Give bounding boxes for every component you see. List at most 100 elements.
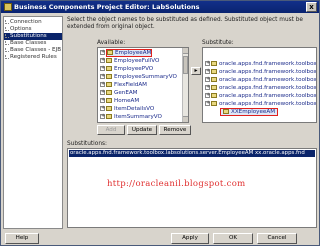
nav-item-registered-rules[interactable]: Registered Rules (4, 54, 62, 61)
list-item-label: EmployeeSummaryVO (114, 74, 177, 80)
list-item[interactable]: + EmployeeFullVO (100, 57, 188, 65)
component-icon (223, 109, 229, 114)
component-icon (106, 106, 112, 111)
expand-icon: + (205, 68, 211, 74)
list-item[interactable]: + GenEAM (100, 89, 188, 97)
list-item-label: oracle.apps.fnd.framework.toolbox (219, 93, 317, 99)
remove-button[interactable]: Remove (159, 125, 191, 135)
expand-icon: + (205, 84, 211, 90)
component-icon (106, 66, 112, 71)
component-icon (106, 74, 112, 79)
nav-item-base-classes-ejb[interactable]: Base Classes - EJB (4, 47, 62, 54)
list-item-label: XXEmployeeAM (231, 109, 276, 115)
expand-icon: + (100, 81, 106, 87)
nav-item-connection[interactable]: Connection (4, 19, 62, 26)
add-button[interactable]: Add (97, 125, 125, 135)
move-right-button[interactable]: ▸ (191, 67, 201, 75)
list-item[interactable]: + oracle.apps.fnd.framework.toolbox (205, 60, 316, 68)
component-icon (106, 82, 112, 87)
component-icon (106, 98, 112, 103)
expand-icon: + (205, 76, 211, 82)
arrow-right-icon: ▸ (194, 67, 198, 74)
project-editor-dialog: Business Components Project Editor: LabS… (0, 0, 320, 246)
expand-icon: + (205, 100, 211, 106)
vertical-scrollbar[interactable] (182, 48, 188, 122)
substitute-list[interactable]: + oracle.apps.fnd.framework.toolbox + orac… (202, 47, 317, 123)
expand-icon: + (100, 105, 106, 111)
list-item-label: HomeAM (114, 98, 140, 104)
list-item[interactable]: + EmployeePVO (100, 65, 188, 73)
help-button[interactable]: Help (5, 233, 39, 244)
nav-item-label: Registered Rules (10, 54, 57, 60)
title-bar: Business Components Project Editor: LabS… (1, 1, 319, 13)
nav-item-label: Options (10, 26, 32, 32)
expand-icon: + (100, 73, 106, 79)
list-item[interactable]: + oracle.apps.fnd.framework.toolbox (205, 76, 316, 84)
list-item[interactable]: + HomeAM (100, 97, 188, 105)
nav-item-label: Connection (10, 19, 42, 25)
tree-connector-icon (5, 27, 9, 31)
ok-button[interactable]: OK (213, 233, 253, 244)
nav-item-base-classes[interactable]: Base Classes (4, 40, 62, 47)
package-icon (211, 85, 217, 90)
navigation-tree: Connection Options Substitutions Base Cl… (3, 16, 63, 229)
list-item[interactable]: + oracle.apps.fnd.framework.toolbox (205, 100, 316, 108)
list-item[interactable]: + ItemDetailsVO (100, 105, 188, 113)
apply-button[interactable]: Apply (171, 233, 209, 244)
component-icon (106, 90, 112, 95)
list-item[interactable]: + oracle.apps.fnd.framework.toolbox (205, 68, 316, 76)
list-item[interactable]: + FlexFieldAM (100, 81, 188, 89)
list-item-label: EmployeeFullVO (114, 58, 160, 64)
close-button[interactable]: x (306, 2, 317, 12)
list-item-label: oracle.apps.fnd.framework.toolbox (219, 69, 317, 75)
available-label: Available: (97, 40, 126, 46)
list-item[interactable]: + oracle.apps.fnd.framework.toolbox (205, 84, 316, 92)
tree-connector-icon (5, 48, 9, 52)
list-item[interactable]: + EmployeeAM (100, 49, 188, 57)
update-button[interactable]: Update (127, 125, 157, 135)
list-item-label: oracle.apps.fnd.framework.toolbox (219, 61, 317, 67)
list-item-label: ItemSummaryVO (114, 114, 162, 120)
blog-watermark: http://oracleanil.blogspot.com (107, 179, 246, 189)
nav-item-substitutions[interactable]: Substitutions (4, 33, 62, 40)
package-icon (211, 77, 217, 82)
list-item-label: oracle.apps.fnd.framework.toolbox (219, 77, 317, 83)
nav-item-label: Substitutions (10, 33, 47, 39)
tree-connector-icon (5, 20, 9, 24)
package-icon (211, 93, 217, 98)
scroll-thumb[interactable] (183, 56, 188, 74)
component-icon (106, 114, 112, 119)
nav-item-label: Base Classes (10, 40, 47, 46)
expand-icon: + (100, 113, 106, 119)
instructions-text: Select the object names to be substitute… (67, 17, 303, 30)
scroll-down-arrow[interactable] (183, 116, 188, 122)
list-item-label: GenEAM (114, 90, 138, 96)
list-item-label: EmployeeAM (115, 50, 152, 56)
expand-icon: + (205, 60, 211, 66)
expand-icon: + (100, 49, 106, 55)
component-icon (106, 58, 112, 63)
app-icon (4, 3, 12, 11)
package-icon (211, 69, 217, 74)
tree-connector-icon (5, 41, 9, 45)
substitute-label: Substitute: (202, 40, 234, 46)
nav-item-label: Base Classes - EJB (10, 47, 62, 53)
nav-item-options[interactable]: Options (4, 26, 62, 33)
component-icon (107, 50, 113, 55)
substitution-row[interactable]: oracle.apps.fnd.framework.toolbox.labsol… (69, 150, 315, 157)
tree-connector-icon (5, 55, 9, 59)
scroll-up-arrow[interactable] (183, 48, 188, 54)
list-item[interactable]: + oracle.apps.fnd.framework.toolbox (205, 92, 316, 100)
selected-substitute-item[interactable]: XXEmployeeAM (205, 108, 316, 116)
list-item-label: EmployeePVO (114, 66, 154, 72)
window-title: Business Components Project Editor: LabS… (14, 3, 200, 11)
list-item-label: oracle.apps.fnd.framework.toolbox (219, 101, 317, 107)
expand-icon: + (100, 97, 106, 103)
list-item-label: ItemDetailsVO (114, 106, 155, 112)
list-item[interactable]: + EmployeeSummaryVO (100, 73, 188, 81)
tree-connector-icon (5, 34, 9, 38)
cancel-button[interactable]: Cancel (257, 233, 297, 244)
list-item[interactable]: + ItemSummaryVO (100, 113, 188, 121)
expand-icon: + (100, 57, 106, 63)
available-list[interactable]: + EmployeeAM + EmployeeFullVO + EmployeePVO… (97, 47, 189, 123)
